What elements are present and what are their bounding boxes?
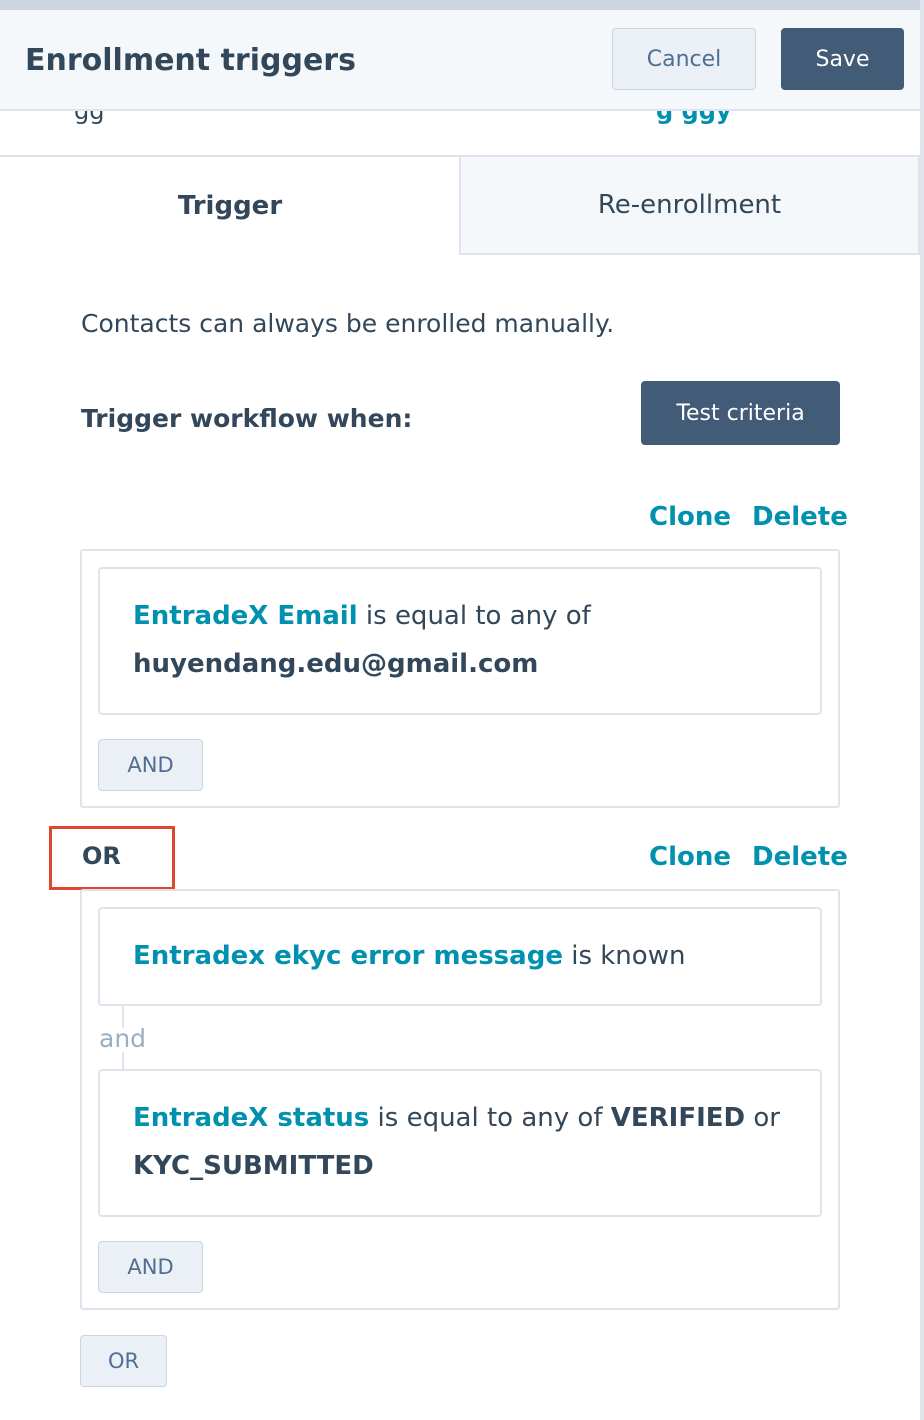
filter-property[interactable]: EntradeX Email bbox=[133, 601, 358, 631]
or-button[interactable]: OR bbox=[80, 1335, 167, 1387]
filter-line: Entradex ekyc error message is known bbox=[133, 941, 685, 971]
and-button[interactable]: AND bbox=[98, 739, 203, 791]
filter-property[interactable]: EntradeX status bbox=[133, 1103, 369, 1133]
manual-enrollment-note: Contacts can always be enrolled manually… bbox=[81, 309, 615, 338]
panel-title: Enrollment triggers bbox=[25, 43, 356, 78]
cut-off-link: g ggy bbox=[656, 111, 732, 125]
filter-operator: is equal to any of bbox=[365, 601, 591, 631]
filter-operator: is equal to any of bbox=[377, 1103, 603, 1133]
filter-line: EntradeX Email is equal to any of bbox=[133, 601, 591, 631]
panel-header: Enrollment triggers Cancel Save bbox=[0, 10, 920, 111]
cancel-button[interactable]: Cancel bbox=[612, 28, 756, 90]
panel-right-edge bbox=[920, 0, 924, 1420]
filter-card[interactable] bbox=[98, 1069, 822, 1217]
scrolled-content-peek: gg g ggy bbox=[0, 111, 920, 155]
group-2-delete-link[interactable]: Delete bbox=[752, 842, 848, 872]
trigger-workflow-label: Trigger workflow when: bbox=[81, 404, 413, 433]
group-2-clone-link[interactable]: Clone bbox=[649, 842, 731, 872]
filter-value: huyendang.edu@gmail.com bbox=[133, 649, 539, 679]
filter-joiner: or bbox=[753, 1103, 780, 1133]
filter-value: VERIFIED bbox=[610, 1103, 746, 1133]
filter-value: KYC_SUBMITTED bbox=[133, 1151, 374, 1181]
filter-operator: is known bbox=[571, 941, 686, 971]
filter-card[interactable] bbox=[98, 567, 822, 715]
and-button[interactable]: AND bbox=[98, 1241, 203, 1293]
tab-bar: Trigger Re-enrollment bbox=[0, 155, 920, 255]
cut-off-text: gg bbox=[74, 111, 105, 125]
tab-re-enrollment[interactable]: Re-enrollment bbox=[459, 155, 920, 255]
highlight-box bbox=[49, 826, 175, 890]
group-1-delete-link[interactable]: Delete bbox=[752, 502, 848, 532]
connector-line bbox=[122, 1052, 124, 1070]
save-button[interactable]: Save bbox=[781, 28, 904, 90]
test-criteria-button[interactable]: Test criteria bbox=[641, 381, 840, 445]
filter-line: EntradeX status is equal to any of VERIF… bbox=[133, 1103, 780, 1133]
tab-trigger[interactable]: Trigger bbox=[0, 155, 460, 255]
group-1-clone-link[interactable]: Clone bbox=[649, 502, 731, 532]
filter-property[interactable]: Entradex ekyc error message bbox=[133, 941, 563, 971]
top-border bbox=[0, 0, 924, 10]
and-connector-label: and bbox=[99, 1024, 147, 1053]
